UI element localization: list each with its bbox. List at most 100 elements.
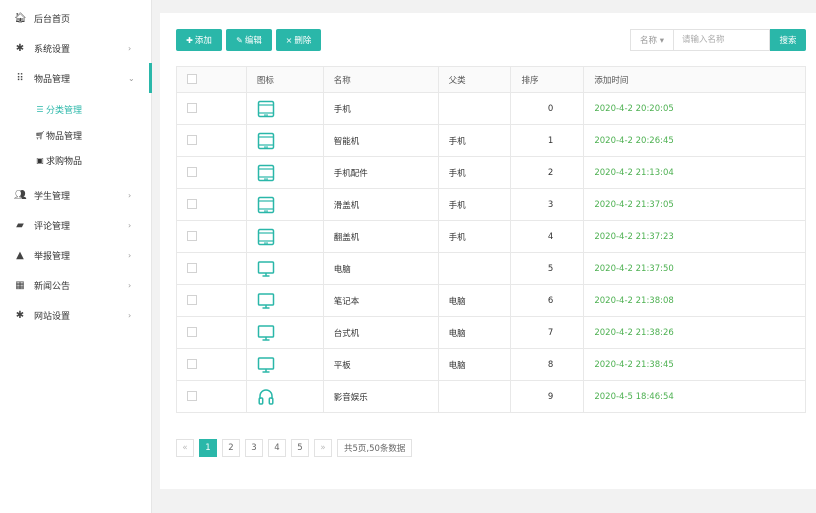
phone-icon [257, 196, 323, 214]
row-checkbox[interactable] [187, 167, 197, 178]
sidebar-item-6[interactable]: ▦ 新闻公告 › [0, 270, 152, 300]
row-icon-cell [245, 348, 324, 381]
row-order: 9 [510, 380, 585, 413]
chevron-icon: › [128, 220, 132, 230]
chevron-icon: ⌄ [128, 73, 135, 83]
row-parent: 电脑 [437, 348, 512, 381]
pagination-page-1[interactable]: 1 [199, 439, 217, 457]
pagination: « 1 2 3 4 5 » 共5页,50条数据 [176, 438, 417, 458]
pagination-page-3[interactable]: 3 [245, 439, 263, 457]
sidebar-item-5[interactable]: ▲ 举报管理 › [0, 240, 152, 270]
row-checkbox[interactable] [187, 359, 197, 370]
row-order: 6 [510, 284, 585, 317]
sidebar-item-label: 学生管理 [34, 191, 71, 202]
sidebar-item-0[interactable]: 🏠︎ 后台首页 [0, 3, 152, 33]
row-parent: 电脑 [437, 284, 512, 317]
select-all-checkbox[interactable] [187, 74, 197, 85]
row-order: 5 [510, 252, 585, 285]
row-order: 8 [510, 348, 585, 381]
edit-button[interactable]: ✎ 编辑 [226, 29, 272, 51]
pagination-next[interactable]: » [314, 439, 332, 457]
row-checkbox[interactable] [187, 391, 197, 402]
table-row[interactable]: 平板 电脑 8 2020-4-2 21:38:45 [176, 348, 806, 381]
row-select-cell [176, 348, 247, 381]
add-icon: ✚ [186, 35, 193, 45]
row-name: 手机 [322, 92, 439, 125]
home-icon: 🏠︎ [14, 12, 27, 24]
table-row[interactable]: 翻盖机 手机 4 2020-4-2 21:37:23 [176, 220, 806, 253]
row-select-cell [176, 252, 247, 285]
table-row[interactable]: 电脑 5 2020-4-2 21:37:50 [176, 252, 806, 285]
row-checkbox[interactable] [187, 231, 197, 242]
row-checkbox[interactable] [187, 103, 197, 114]
row-time: 2020-4-2 21:38:26 [583, 316, 806, 349]
row-order: 4 [510, 220, 585, 253]
sidebar-subitem-label: 物品管理 [46, 131, 83, 142]
add-button[interactable]: ✚ 添加 [176, 29, 222, 51]
row-icon-cell [245, 92, 324, 125]
header-parent: 父类 [437, 66, 512, 93]
row-select-cell [176, 188, 247, 221]
row-time: 2020-4-2 21:38:08 [583, 284, 806, 317]
monitor-icon [257, 292, 323, 310]
row-checkbox[interactable] [187, 199, 197, 210]
table-row[interactable]: 智能机 手机 1 2020-4-2 20:26:45 [176, 124, 806, 157]
row-checkbox[interactable] [187, 327, 197, 338]
headphones-icon [257, 388, 323, 406]
row-order: 0 [510, 92, 585, 125]
row-name: 滑盖机 [322, 188, 439, 221]
row-icon-cell [245, 220, 324, 253]
sidebar-subitem-1[interactable]: 🛒︎ 物品管理 [0, 123, 152, 147]
monitor-icon [257, 260, 323, 278]
row-checkbox[interactable] [187, 135, 197, 146]
sidebar-item-label: 物品管理 [34, 74, 71, 85]
monitor-icon [257, 324, 323, 342]
row-order: 1 [510, 124, 585, 157]
table-row[interactable]: 台式机 电脑 7 2020-4-2 21:38:26 [176, 316, 806, 349]
sidebar-item-1[interactable]: ✱ 系统设置 › [0, 33, 152, 63]
sidebar-item-3[interactable]: 👥︎ 学生管理 › [0, 180, 152, 210]
search-field-select[interactable]: 名称 ▾ [630, 29, 674, 51]
row-time: 2020-4-2 21:37:23 [583, 220, 806, 253]
cart-icon: 🛒︎ [35, 130, 46, 140]
search-button[interactable]: 搜索 [770, 29, 806, 51]
delete-button-label: 删除 [294, 36, 312, 46]
row-name: 影音娱乐 [322, 380, 439, 413]
header-select-all [176, 66, 247, 93]
search-input[interactable] [674, 29, 770, 51]
pagination-page-5[interactable]: 5 [291, 439, 309, 457]
sidebar-item-label: 举报管理 [34, 251, 71, 262]
row-checkbox[interactable] [187, 295, 197, 306]
row-name: 笔记本 [322, 284, 439, 317]
pagination-page-4[interactable]: 4 [268, 439, 286, 457]
main-panel: ✚ 添加 ✎ 编辑 × 删除 名称 ▾ 搜索 图标 名称 父类 排序 添加时间 … [160, 13, 816, 489]
row-parent [437, 252, 512, 285]
row-icon-cell [245, 188, 324, 221]
row-checkbox[interactable] [187, 263, 197, 274]
delete-button[interactable]: × 删除 [276, 29, 321, 51]
grid-dots-icon: ⠿ [16, 72, 24, 84]
row-time: 2020-4-2 21:37:05 [583, 188, 806, 221]
comment-icon: ▰ [16, 219, 24, 231]
row-icon-cell [245, 124, 324, 157]
chevron-icon: › [128, 310, 132, 320]
sidebar-item-2[interactable]: ⠿ 物品管理 ⌄ [0, 63, 152, 93]
row-name: 平板 [322, 348, 439, 381]
table-row[interactable]: 影音娱乐 9 2020-4-5 18:46:54 [176, 380, 806, 413]
sidebar-item-label: 新闻公告 [34, 281, 71, 292]
row-name: 电脑 [322, 252, 439, 285]
sidebar-item-4[interactable]: ▰ 评论管理 › [0, 210, 152, 240]
row-icon-cell [245, 380, 324, 413]
row-parent: 手机 [437, 156, 512, 189]
sidebar-subitem-2[interactable]: ▣ 求购物品 [0, 148, 152, 172]
table-row[interactable]: 滑盖机 手机 3 2020-4-2 21:37:05 [176, 188, 806, 221]
sidebar-item-7[interactable]: ✱ 网站设置 › [0, 300, 152, 330]
table-row[interactable]: 手机 0 2020-4-2 20:20:05 [176, 92, 806, 125]
pagination-page-2[interactable]: 2 [222, 439, 240, 457]
row-time: 2020-4-2 21:13:04 [583, 156, 806, 189]
table-row[interactable]: 手机配件 手机 2 2020-4-2 21:13:04 [176, 156, 806, 189]
table-row[interactable]: 笔记本 电脑 6 2020-4-2 21:38:08 [176, 284, 806, 317]
sidebar-subitem-0[interactable]: ☰ 分类管理 [0, 97, 152, 121]
warning-icon: ▲ [16, 249, 24, 261]
pagination-prev[interactable]: « [176, 439, 194, 457]
